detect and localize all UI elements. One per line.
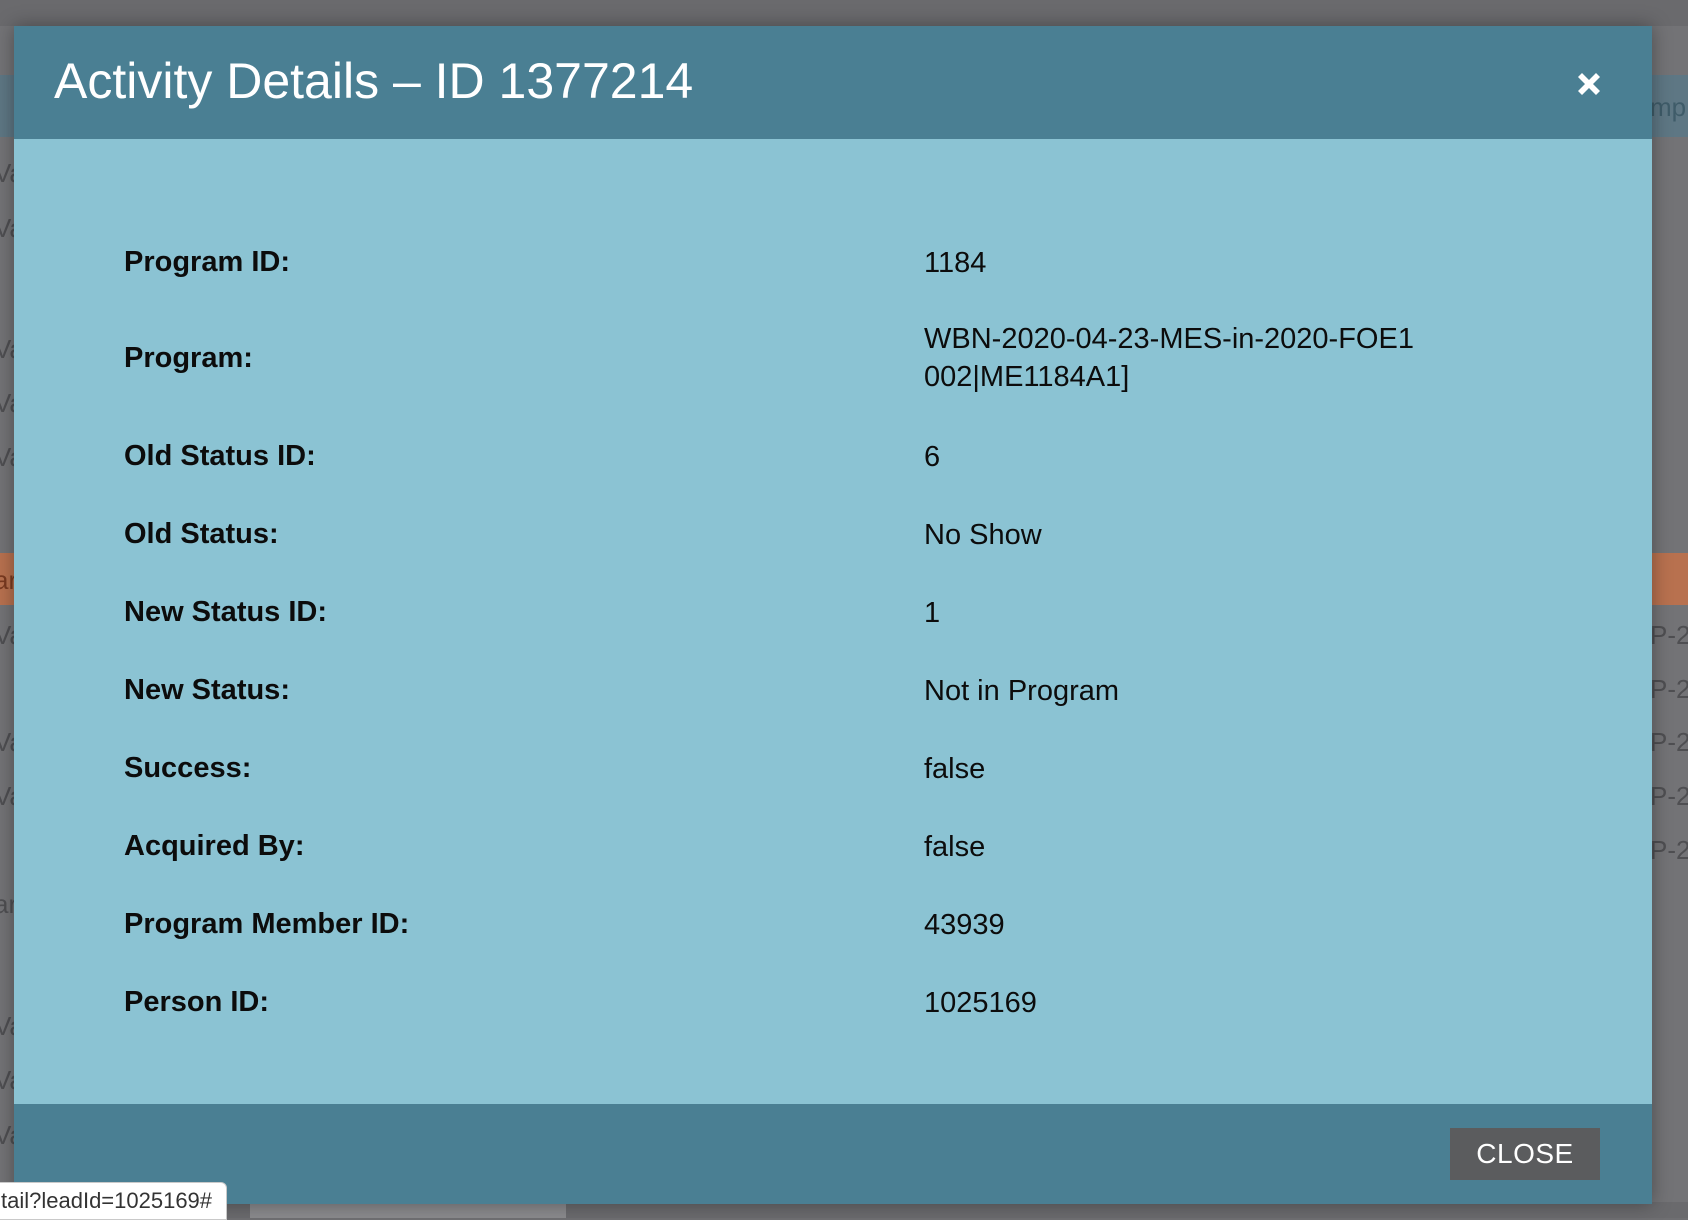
detail-label: Old Status: — [124, 518, 279, 550]
close-icon[interactable] — [1571, 66, 1607, 102]
detail-value: 43939 — [924, 909, 1005, 941]
status-bar-url: tail?leadId=1025169# — [0, 1182, 228, 1220]
detail-label: New Status: — [124, 674, 290, 706]
detail-label: Acquired By: — [124, 830, 305, 862]
background-text-fragment: P-20 — [1650, 674, 1688, 704]
close-button[interactable]: CLOSE — [1450, 1128, 1600, 1180]
dialog-body: Program ID: 1184 Program: WBN-2020-04-23… — [14, 139, 1652, 1130]
detail-value: 6 — [924, 441, 941, 473]
background-text-fragment: P-20 — [1650, 781, 1688, 811]
detail-value: Not in Program — [924, 675, 1120, 707]
background-text-fragment: mp — [1650, 92, 1687, 122]
detail-value: 1 — [924, 597, 941, 629]
detail-label: Person ID: — [124, 986, 270, 1018]
detail-label: Program ID: — [124, 246, 290, 278]
detail-value: false — [924, 753, 986, 785]
background-text-fragment: P-20 — [1650, 620, 1688, 650]
dialog-footer: CLOSE — [14, 1104, 1652, 1204]
dialog-header: Activity Details – ID 1377214 — [14, 26, 1652, 139]
detail-label: Success: — [124, 752, 252, 784]
detail-label: Program: — [124, 342, 253, 374]
detail-label: Old Status ID: — [124, 440, 316, 472]
detail-value: No Show — [924, 519, 1042, 551]
detail-label: New Status ID: — [124, 596, 328, 628]
background-top — [0, 0, 1688, 26]
detail-value: 1025169 — [924, 987, 1037, 1019]
background-text-fragment: P-20 — [1650, 727, 1688, 757]
detail-value: false — [924, 831, 986, 863]
detail-label: Program Member ID: — [124, 908, 410, 940]
close-icon-graphic — [1578, 73, 1600, 95]
activity-details-dialog: Activity Details – ID 1377214 Program ID… — [14, 26, 1652, 1204]
background-scrollbar — [250, 1204, 566, 1218]
detail-value: 1184 — [924, 247, 987, 279]
dialog-title: Activity Details – ID 1377214 — [54, 53, 694, 109]
background-text-fragment: P-20 — [1650, 835, 1688, 865]
detail-value: WBN-2020-04-23-MES-in-2020-FOE1002|ME118… — [924, 323, 1414, 393]
